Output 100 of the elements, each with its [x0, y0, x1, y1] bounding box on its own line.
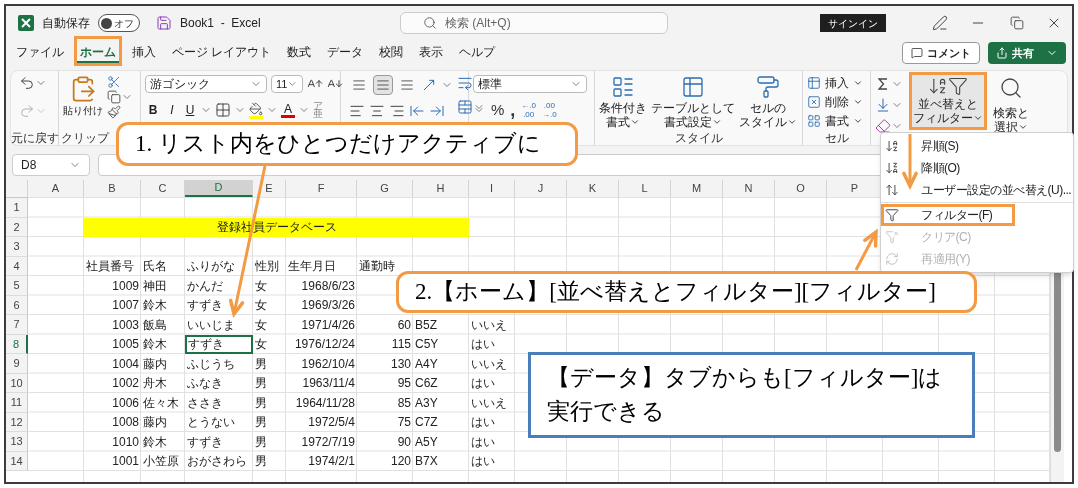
name-box[interactable]: D8	[12, 154, 90, 176]
style-button[interactable]: テーブルとして 書式設定	[651, 75, 735, 129]
column-header[interactable]: H	[413, 180, 469, 197]
row-header[interactable]: 5	[6, 276, 28, 296]
eraser-icon[interactable]	[875, 118, 891, 134]
table-cell[interactable]: 90	[397, 432, 411, 451]
column-header[interactable]: G	[357, 180, 413, 197]
column-header[interactable]: O	[775, 180, 827, 197]
table-cell[interactable]: はい	[471, 413, 495, 432]
table-cell[interactable]: 飯島	[143, 315, 167, 334]
cell-command-button[interactable]: 削除	[807, 94, 863, 110]
table-cell[interactable]: かんだ	[187, 276, 223, 295]
table-cell[interactable]: 1003	[112, 315, 139, 334]
phonetic-button[interactable]: ア 亜	[313, 102, 323, 118]
menu-item[interactable]: ユーザー設定の並べ替え(U)...	[884, 182, 1070, 198]
table-cell[interactable]: 1962/10/4	[301, 354, 355, 373]
orientation-icon[interactable]	[421, 77, 437, 93]
vertical-align-button[interactable]	[373, 75, 393, 95]
table-cell[interactable]: はい	[471, 374, 495, 393]
table-cell[interactable]: 女	[255, 315, 267, 334]
search-icon[interactable]	[423, 16, 437, 30]
table-cell[interactable]: 舟木	[143, 374, 167, 393]
row-header[interactable]: 8	[6, 334, 28, 354]
sort-filter-button[interactable]: 並べ替えと フィルター	[912, 75, 984, 127]
row-header[interactable]: 14	[6, 451, 28, 471]
table-cell[interactable]: はい	[471, 452, 495, 471]
font-size-select[interactable]: 11	[271, 75, 303, 93]
table-cell[interactable]: 氏名	[143, 257, 167, 276]
table-cell[interactable]: いいえ	[471, 393, 507, 412]
table-cell[interactable]: 1008	[112, 413, 139, 432]
table-cell[interactable]: A3Y	[415, 393, 438, 412]
autosave-toggle[interactable]: オフ	[98, 14, 140, 32]
ribbon-tab[interactable]: 校閲	[376, 43, 407, 63]
table-cell[interactable]: 藤内	[143, 413, 167, 432]
table-cell[interactable]: 神田	[143, 276, 167, 295]
table-cell[interactable]: 男	[255, 374, 267, 393]
indent-increase-icon[interactable]	[429, 103, 445, 119]
table-cell[interactable]: 男	[255, 354, 267, 373]
table-cell[interactable]: 女	[255, 276, 267, 295]
column-header[interactable]: E	[253, 180, 286, 197]
bold-button[interactable]: B	[145, 101, 161, 119]
table-cell[interactable]: ささき	[187, 393, 223, 412]
ribbon-tab[interactable]: 数式	[284, 43, 315, 63]
column-header[interactable]: B	[84, 180, 141, 197]
font-color-button[interactable]: A	[281, 102, 295, 118]
ribbon-tab[interactable]: 表示	[416, 43, 447, 63]
comma-button[interactable]: ,	[510, 103, 516, 118]
cell-command-button[interactable]: 挿入	[807, 75, 863, 91]
table-cell[interactable]: 男	[255, 452, 267, 471]
table-cell[interactable]: 1007	[112, 296, 139, 315]
increase-decimal-button[interactable]: ←.0 .00	[521, 101, 537, 120]
table-cell[interactable]: 1968/6/23	[301, 276, 355, 295]
align-right-icon[interactable]	[389, 103, 405, 119]
table-cell[interactable]: 通勤時	[359, 257, 395, 276]
row-header[interactable]: 1	[6, 198, 28, 218]
search-field[interactable]: 検索 (Alt+Q)	[400, 12, 668, 34]
align-center-icon[interactable]	[369, 103, 385, 119]
table-cell[interactable]: 1963/11/4	[302, 374, 355, 393]
row-header[interactable]: 6	[6, 295, 28, 315]
table-cell[interactable]: B5Z	[415, 315, 437, 334]
table-cell[interactable]: ふなき	[187, 374, 223, 393]
pen-icon[interactable]	[932, 15, 948, 31]
style-button[interactable]: 条件付き 書式	[599, 75, 647, 129]
row-header[interactable]: 9	[6, 354, 28, 374]
speech-bubble-icon[interactable]	[911, 47, 923, 59]
style-button[interactable]: セルの スタイル	[739, 75, 797, 129]
table-cell[interactable]: C7Z	[415, 413, 438, 432]
table-cell[interactable]: 120	[390, 452, 411, 471]
column-header[interactable]: A	[28, 180, 84, 197]
table-cell[interactable]: 鈴木	[143, 432, 167, 451]
save-icon[interactable]	[156, 15, 172, 31]
redo-icon[interactable]	[19, 103, 35, 119]
underline-button[interactable]: U	[183, 101, 197, 119]
table-cell[interactable]: ふじうち	[187, 354, 235, 373]
table-cell[interactable]: 1972/5/4	[308, 413, 355, 432]
fill-bucket-icon[interactable]	[249, 101, 263, 116]
ribbon-tab[interactable]: ヘルプ	[456, 43, 499, 63]
table-cell[interactable]: 1969/3/26	[301, 296, 355, 315]
row-header[interactable]: 12	[6, 412, 28, 432]
table-cell[interactable]: 60	[397, 315, 411, 334]
table-cell[interactable]: すずき	[187, 432, 223, 451]
cell-command-button[interactable]: 書式	[807, 113, 863, 129]
row-header[interactable]: 2	[6, 217, 28, 237]
share-button[interactable]: 共有	[988, 42, 1066, 64]
table-cell[interactable]: 115	[391, 335, 411, 354]
table-cell[interactable]: C6Z	[415, 374, 438, 393]
row-header[interactable]: 4	[6, 256, 28, 276]
table-cell[interactable]: C5Y	[415, 335, 439, 354]
brush-icon[interactable]	[107, 105, 121, 119]
sign-in-button[interactable]: サインイン	[820, 14, 886, 32]
table-cell[interactable]: 小笠原	[143, 452, 179, 471]
copy-icon[interactable]	[107, 90, 121, 104]
table-cell[interactable]: 1976/12/24	[294, 335, 355, 354]
number-format-select[interactable]: 標準	[473, 75, 587, 93]
table-cell[interactable]: はい	[471, 432, 495, 451]
percent-button[interactable]: %	[491, 99, 505, 122]
column-header[interactable]: D	[185, 180, 253, 197]
table-cell[interactable]: 男	[255, 393, 267, 412]
table-cell[interactable]: 鈴木	[143, 335, 167, 354]
ribbon-tab[interactable]: ページ レイアウト	[169, 43, 275, 63]
